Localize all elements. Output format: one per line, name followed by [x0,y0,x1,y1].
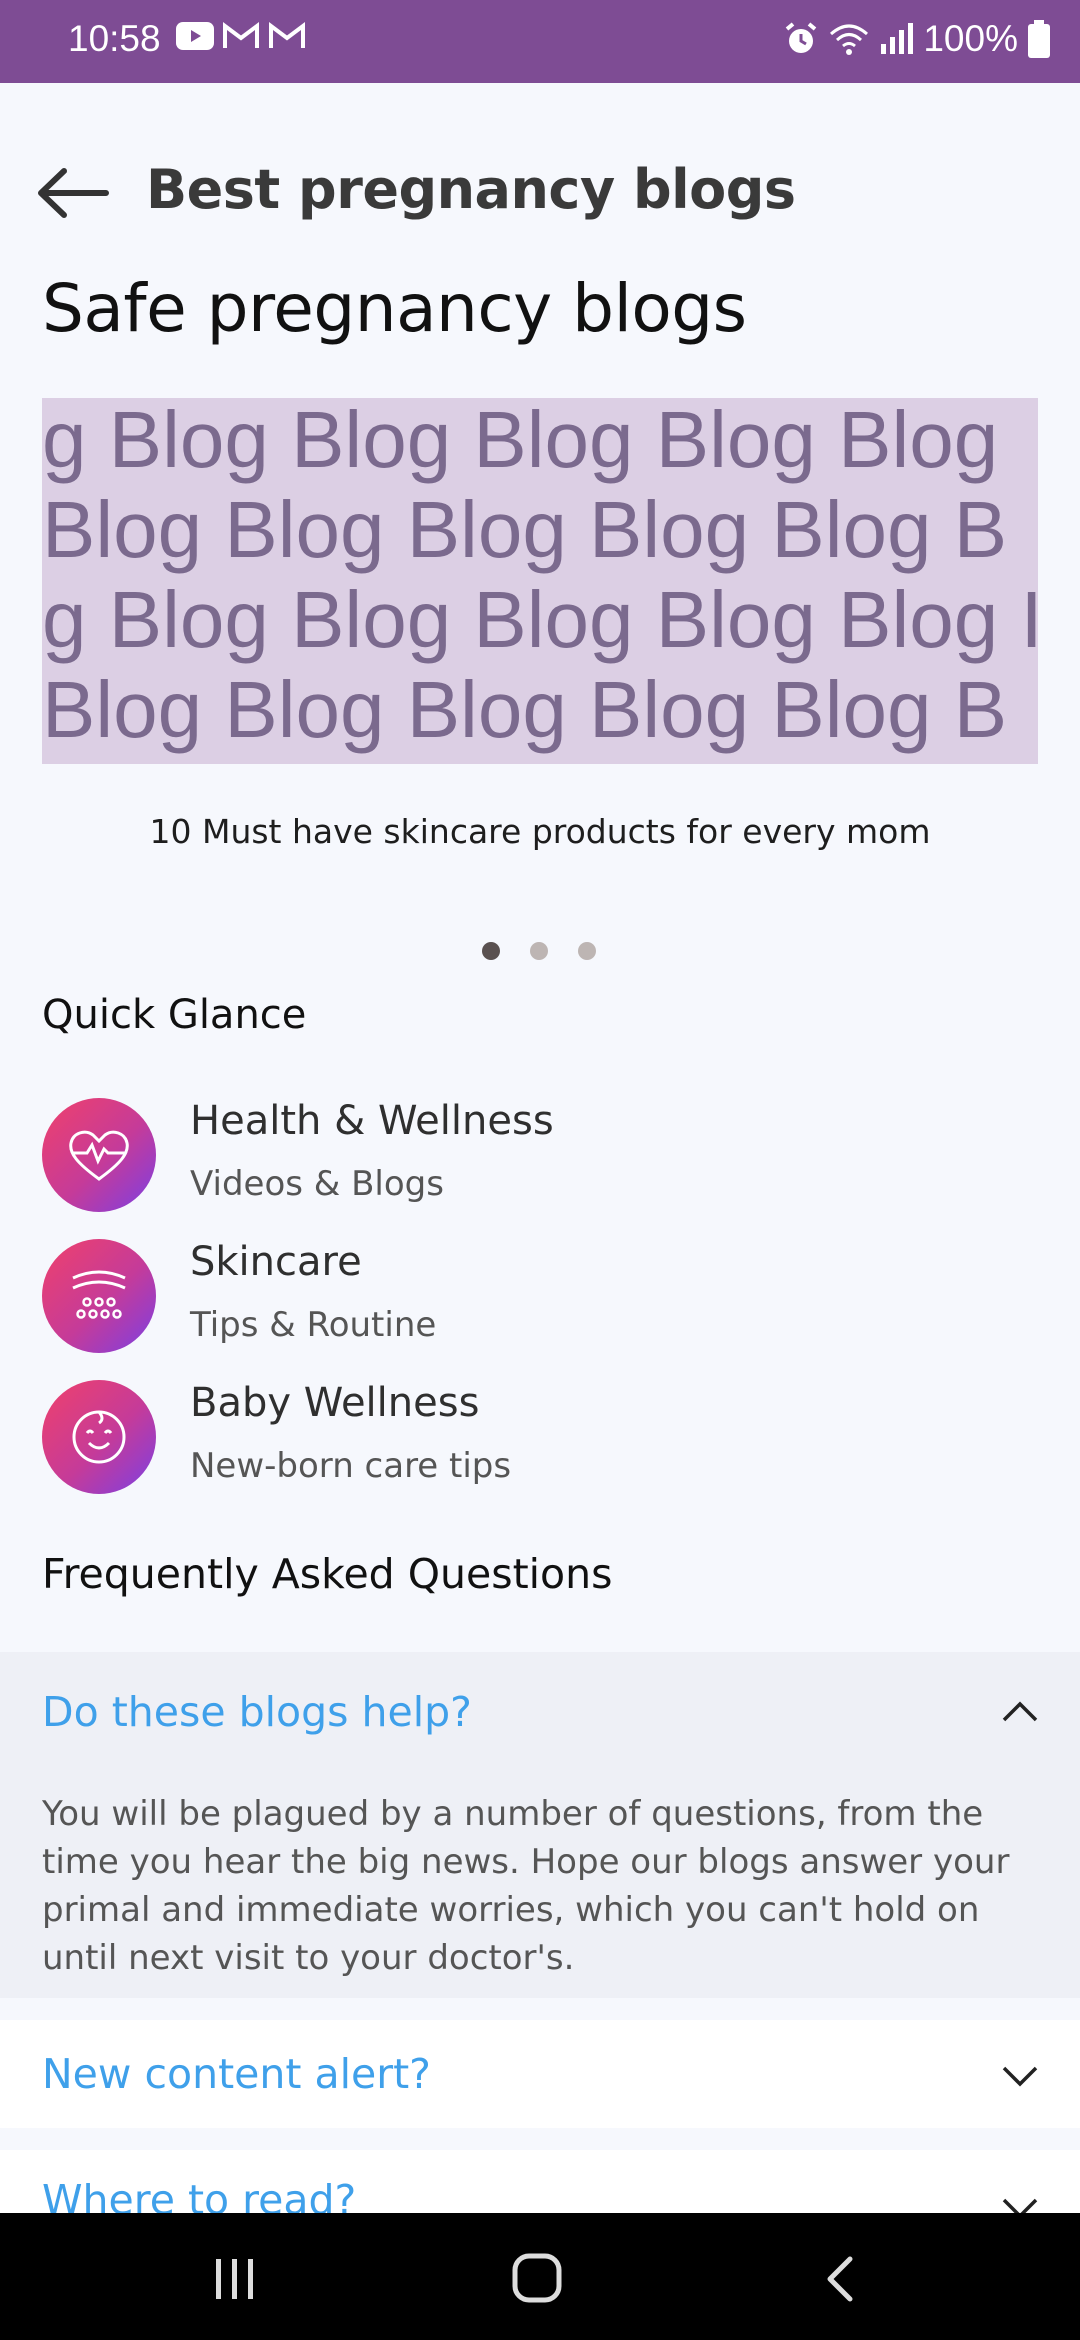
quick-glance-item-name: Skincare [190,1239,362,1285]
carousel-pagination [482,942,596,960]
quick-glance-item-baby[interactable]: Baby Wellness New-born care tips [42,1380,1042,1496]
faq-item[interactable]: New content alert? [0,2020,1080,2128]
app-header: Best pregnancy blogs [0,140,1080,240]
section-title: Safe pregnancy blogs [42,270,747,347]
carousel-dot-active[interactable] [482,942,500,960]
quick-glance-item-subtitle: Videos & Blogs [190,1164,444,1204]
notification-icons [176,22,306,50]
back-arrow-icon[interactable] [36,168,110,218]
system-navigation-bar [0,2213,1080,2340]
baby-face-icon [42,1380,156,1494]
gmail-icon [223,22,259,48]
carousel-caption: 10 Must have skincare products for every… [149,812,931,851]
quick-glance-item-name: Health & Wellness [190,1098,554,1144]
banner-text-row: Blog Blog Blog Blog Blog B [42,485,1008,574]
carousel-banner[interactable]: g Blog Blog Blog Blog Blog Blog Blog Blo… [42,398,1038,764]
chevron-down-icon[interactable] [1000,2064,1040,2088]
quick-glance-item-skincare[interactable]: Skincare Tips & Routine [42,1239,1042,1355]
skin-layers-icon [42,1239,156,1353]
faq-answer: You will be plagued by a number of quest… [42,1794,1010,1978]
faq-question[interactable]: New content alert? [42,2050,431,2098]
back-nav-icon[interactable] [824,2255,856,2303]
gmail-icon [269,22,305,48]
banner-text-row: g Blog Blog Blog Blog Blog [42,398,999,484]
faq-item-expanded: Do these blogs help? You will be plagued… [0,1652,1080,1998]
carousel-dot[interactable] [578,942,596,960]
carousel-dot[interactable] [530,942,548,960]
battery-icon [1028,20,1050,58]
quick-glance-item-health[interactable]: Health & Wellness Videos & Blogs [42,1098,1042,1214]
wifi-icon [830,24,869,55]
banner-text-row: Blog Blog Blog Blog Blog B [42,665,1008,754]
alarm-icon [786,22,817,53]
system-icons: 100% [783,18,1050,60]
faq-question[interactable]: Do these blogs help? [42,1688,472,1736]
signal-icon [881,23,914,54]
faq-title: Frequently Asked Questions [42,1550,613,1598]
quick-glance-item-subtitle: New-born care tips [190,1446,512,1486]
status-time: 10:58 [68,18,161,59]
page-title: Best pregnancy blogs [146,158,796,221]
battery-level: 100% [923,18,1018,59]
home-icon[interactable] [512,2253,562,2303]
youtube-icon [176,22,214,50]
recent-apps-icon[interactable] [212,2257,258,2301]
quick-glance-item-subtitle: Tips & Routine [190,1305,437,1345]
banner-text-row: g Blog Blog Blog Blog Blog I [42,575,1038,664]
quick-glance-item-name: Baby Wellness [190,1380,480,1426]
chevron-up-icon[interactable] [1000,1700,1040,1724]
heart-pulse-icon [42,1098,156,1212]
status-bar: 10:58 100% [0,0,1080,83]
quick-glance-title: Quick Glance [42,992,307,1038]
